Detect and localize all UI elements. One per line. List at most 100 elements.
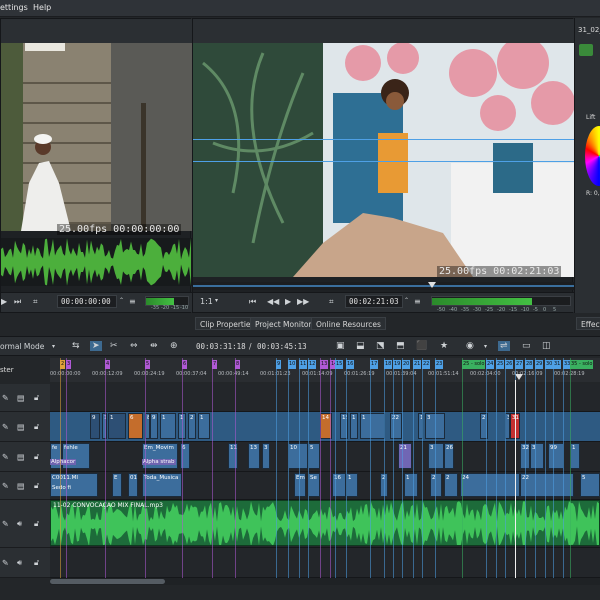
timeline-clip[interactable]: 1: [404, 473, 418, 497]
tab-effects[interactable]: Effect/C: [576, 317, 600, 330]
ripple-icon[interactable]: ⇆: [72, 341, 80, 351]
play-icon[interactable]: ▶: [285, 297, 291, 306]
spacer-icon[interactable]: ⇔: [130, 341, 138, 351]
step-forward-icon[interactable]: ▶▶: [297, 297, 309, 306]
guide-marker[interactable]: 28: [525, 360, 534, 369]
chevron-down-icon[interactable]: ▾: [52, 343, 55, 350]
guide-marker[interactable]: 10: [288, 360, 297, 369]
track-a1-area[interactable]: 11-02 CONVOCAÇAO MIX FINAL.mp3: [50, 500, 600, 548]
split-audio-icon[interactable]: ◫: [542, 341, 551, 351]
spin-icon[interactable]: ⌃: [404, 297, 409, 304]
guide-marker[interactable]: 17: [370, 360, 379, 369]
track-v3-area[interactable]: fefehleEm_Movim61113310521326323991Alpha…: [50, 442, 600, 472]
guide-marker[interactable]: 18: [384, 360, 393, 369]
play-icon[interactable]: ▶: [1, 297, 7, 306]
save-icon[interactable]: ▤: [17, 422, 25, 431]
seek-cursor[interactable]: [428, 282, 436, 288]
zoom-select[interactable]: 1:1: [200, 297, 213, 306]
speaker-icon[interactable]: 🔊︎: [17, 558, 22, 568]
edit-icon[interactable]: ✎: [2, 558, 9, 567]
lock-icon[interactable]: 🔓︎: [34, 422, 39, 432]
timeline-ruler[interactable]: 23456789101112131415161718192021222325 -…: [50, 358, 600, 382]
guide-marker[interactable]: 23: [435, 360, 444, 369]
edit-icon[interactable]: ✎: [2, 393, 9, 402]
lock-icon[interactable]: 🔓︎: [34, 452, 39, 462]
guide-marker[interactable]: 20: [402, 360, 411, 369]
save-icon[interactable]: ▤: [17, 393, 25, 402]
audio-clip[interactable]: 11-02 CONVOCAÇAO MIX FINAL.mp3: [50, 500, 600, 546]
guide-marker[interactable]: 11: [299, 360, 308, 369]
timeline-clip[interactable]: 99: [548, 443, 564, 469]
guide-marker[interactable]: 13: [320, 360, 329, 369]
timeline-clip[interactable]: 21: [398, 443, 412, 469]
lock-icon[interactable]: 🔓︎: [34, 519, 39, 529]
clip-monitor-timecode[interactable]: 00:00:00:00: [57, 295, 117, 308]
guide-marker[interactable]: 15: [335, 360, 344, 369]
timeline-clip[interactable]: 1: [160, 413, 176, 439]
tab-project-monitor[interactable]: Project Monitor: [250, 317, 317, 330]
guide-marker[interactable]: 16: [346, 360, 355, 369]
timeline-clip[interactable]: 1: [570, 443, 580, 469]
timeline-clip[interactable]: 5: [308, 443, 320, 469]
thumbnail-icon[interactable]: ▭: [522, 341, 531, 351]
playhead[interactable]: [515, 374, 523, 380]
lock-icon[interactable]: 🔓︎: [34, 481, 39, 491]
edit-icon[interactable]: ✎: [2, 481, 9, 490]
track-v5-area[interactable]: [50, 384, 600, 412]
timeline-clip[interactable]: 3: [262, 443, 270, 469]
speaker-icon[interactable]: 🔊︎: [17, 519, 22, 529]
timeline-clip[interactable]: 5: [580, 473, 600, 497]
timeline-clip[interactable]: 24: [460, 473, 520, 497]
timeline-clip[interactable]: 01: [128, 473, 138, 497]
forward-icon[interactable]: ⏭: [14, 297, 21, 307]
save-icon[interactable]: ▤: [17, 481, 25, 490]
guide-marker[interactable]: 12: [308, 360, 317, 369]
fit-zoom-icon[interactable]: ▣: [336, 341, 345, 351]
guide-marker[interactable]: 31: [553, 360, 562, 369]
guide-marker[interactable]: 21: [413, 360, 422, 369]
lock-icon[interactable]: 🔓︎: [34, 393, 39, 403]
menu-lines-icon[interactable]: ≡: [129, 297, 136, 306]
step-back-icon[interactable]: ◀◀: [267, 297, 279, 306]
razor-icon[interactable]: ✂: [110, 341, 118, 351]
track-v2-area[interactable]: C0011.MIE01Toda_MusicaEmSe161212224225Se…: [50, 472, 600, 500]
timeline-clip[interactable]: 10: [288, 443, 308, 469]
timeline-clip[interactable]: 9: [150, 413, 158, 439]
timeline-clip[interactable]: 26: [444, 443, 454, 469]
zone-icon[interactable]: ⌗: [329, 297, 334, 307]
timeline-clip[interactable]: 1: [346, 473, 358, 497]
timeline-clip[interactable]: 9: [90, 413, 100, 439]
guide-marker[interactable]: 24: [486, 360, 495, 369]
timeline-clip[interactable]: Em_Movim: [142, 443, 178, 469]
timeline-clip[interactable]: Se: [308, 473, 320, 497]
overwrite-icon[interactable]: ⬔: [376, 341, 385, 351]
guide-marker[interactable]: 22: [422, 360, 431, 369]
timeline-scrollbar[interactable]: [50, 578, 600, 585]
timeline-clip[interactable]: 1: [350, 413, 358, 439]
lock-icon[interactable]: 🔓︎: [34, 558, 39, 568]
save-icon[interactable]: ▤: [17, 452, 25, 461]
menu-lines-icon[interactable]: ≡: [414, 297, 421, 306]
effect-toggle-button[interactable]: [579, 44, 593, 56]
select-tool-icon[interactable]: ➤: [90, 341, 102, 351]
timeline-clip[interactable]: 2: [430, 473, 442, 497]
timeline-clip[interactable]: 22: [520, 473, 574, 497]
timeline-clip[interactable]: 3: [428, 443, 444, 469]
chevron-down-icon[interactable]: ▾: [215, 297, 218, 304]
timeline-clip[interactable]: 11: [228, 443, 238, 469]
edit-mode-select[interactable]: ormal Mode: [0, 342, 44, 351]
project-seek-bar[interactable]: [193, 282, 574, 290]
edit-icon[interactable]: ✎: [2, 452, 9, 461]
scroll-thumb[interactable]: [50, 579, 165, 584]
guide-marker[interactable]: 25 - solo: [462, 360, 486, 369]
chevron-down-icon[interactable]: ▾: [484, 343, 487, 350]
timeline-clip[interactable]: 1: [108, 413, 126, 439]
guide-marker[interactable]: 25: [496, 360, 505, 369]
tab-online-resources[interactable]: Online Resources: [311, 317, 386, 330]
lift-icon[interactable]: ⬒: [396, 341, 405, 351]
guide-marker[interactable]: 27: [515, 360, 524, 369]
menu-settings[interactable]: ettings: [0, 3, 28, 12]
zone-icon[interactable]: ⌗: [33, 297, 38, 307]
guide-marker[interactable]: 35 - solo: [570, 360, 594, 369]
menu-help[interactable]: Help: [33, 3, 51, 12]
